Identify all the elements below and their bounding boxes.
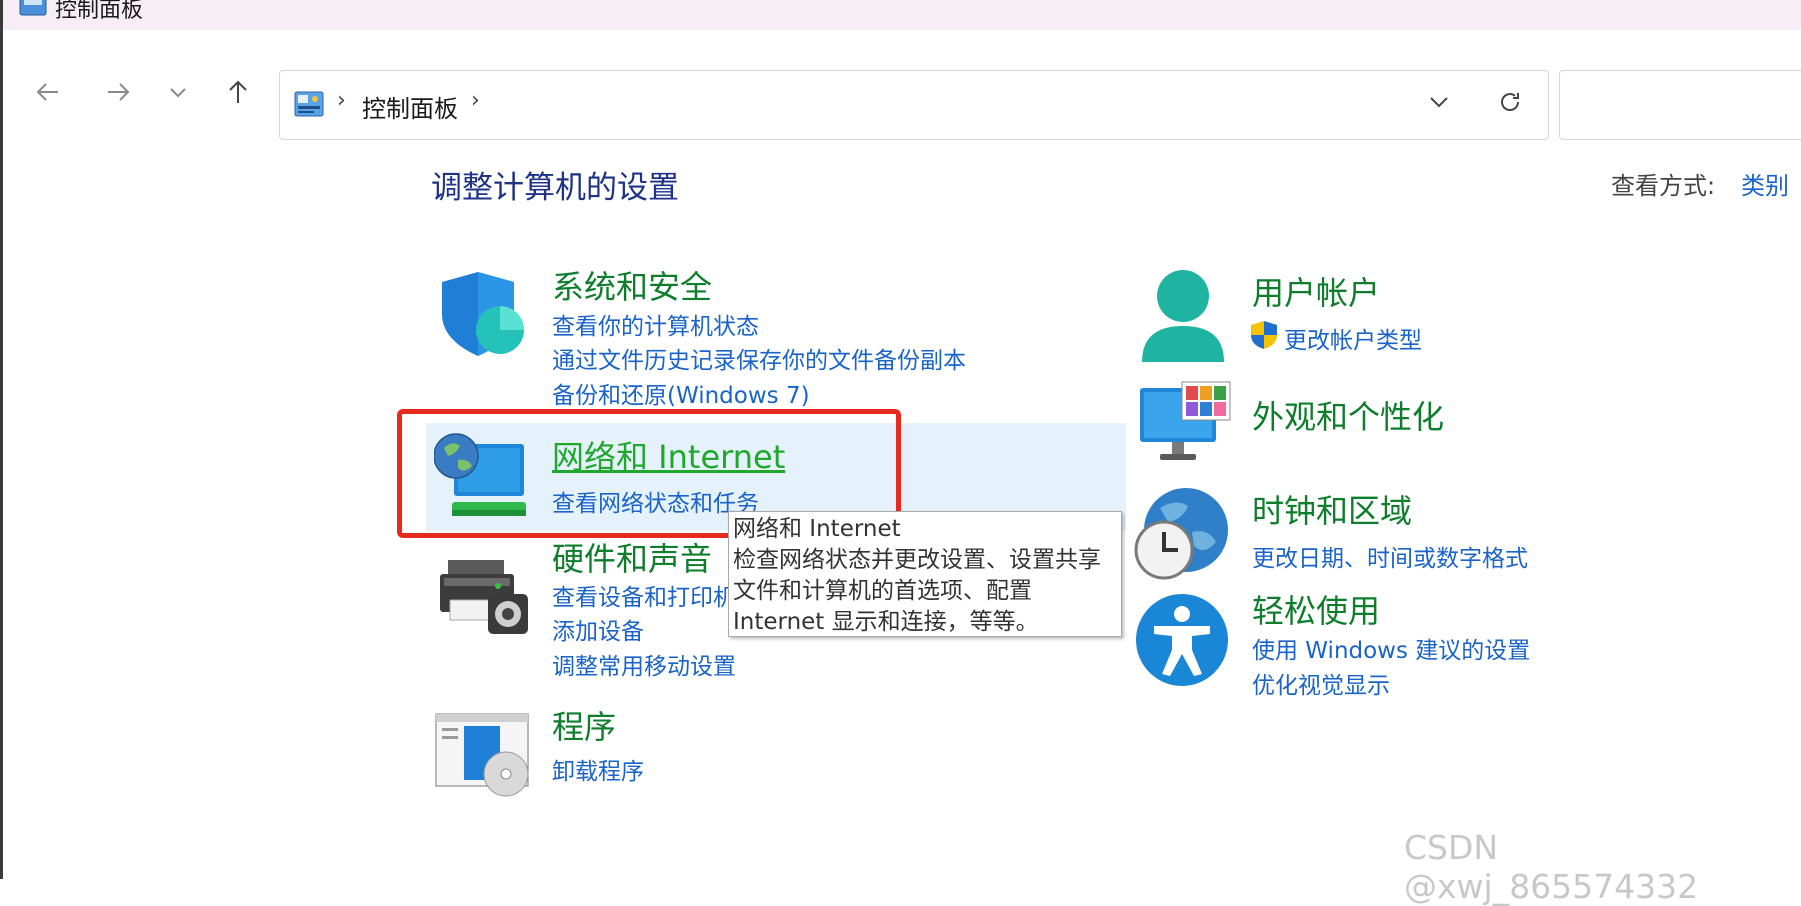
search-input[interactable] [1559, 70, 1801, 140]
watermark: CSDN @xwj_865574332 [1404, 828, 1699, 906]
chevron-down-icon [1430, 97, 1448, 108]
tooltip-line: 检查网络状态并更改设置、设置共享 [733, 547, 1101, 573]
chevron-down-icon [170, 88, 186, 98]
link-add-device[interactable]: 添加设备 [552, 612, 644, 646]
link-uninstall-program[interactable]: 卸载程序 [552, 752, 644, 786]
printer-icon [436, 556, 532, 642]
link-mobility-settings[interactable]: 调整常用移动设置 [552, 647, 736, 681]
category-hardware-sound[interactable]: 硬件和声音 [552, 534, 712, 580]
category-ease-of-access[interactable]: 轻松使用 [1252, 586, 1380, 632]
link-devices-printers[interactable]: 查看设备和打印机 [552, 578, 736, 612]
link-optimize-visual-display[interactable]: 优化视觉显示 [1252, 666, 1390, 700]
address-dropdown-button[interactable] [1426, 89, 1452, 119]
link-change-account-type[interactable]: 更改帐户类型 [1284, 321, 1422, 355]
shield-icon [436, 268, 528, 364]
tooltip-line: 文件和计算机的首选项、配置 [733, 578, 1032, 604]
window-title: 控制面板 [55, 0, 144, 23]
link-windows-recommended-settings[interactable]: 使用 Windows 建议的设置 [1252, 631, 1530, 665]
arrow-up-icon [229, 80, 247, 103]
link-view-computer-status[interactable]: 查看你的计算机状态 [552, 307, 759, 341]
link-change-date-time-format[interactable]: 更改日期、时间或数字格式 [1252, 539, 1528, 573]
tooltip-line: Internet 显示和连接，等等。 [733, 609, 1039, 635]
tooltip: 网络和 Internet 检查网络状态并更改设置、设置共享 文件和计算机的首选项… [728, 511, 1122, 637]
category-user-accounts[interactable]: 用户帐户 [1252, 268, 1380, 314]
category-appearance-personalization[interactable]: 外观和个性化 [1252, 392, 1444, 438]
monitor-icon [1138, 380, 1232, 470]
uac-shield-icon [1250, 320, 1278, 354]
view-by-dropdown[interactable]: 类别 [1741, 166, 1789, 201]
address-bar[interactable]: › 控制面板 › [279, 70, 1549, 140]
recent-locations-button[interactable] [160, 74, 196, 110]
title-bar: 控制面板 [3, 0, 1801, 30]
tooltip-title: 网络和 Internet [733, 516, 901, 542]
control-panel-icon [19, 0, 47, 22]
control-panel-icon [294, 91, 324, 121]
breadcrumb-separator[interactable]: › [471, 88, 480, 113]
breadcrumb-control-panel[interactable]: 控制面板 [362, 89, 458, 124]
window-left-edge [0, 0, 3, 879]
programs-icon [434, 712, 530, 802]
category-system-security[interactable]: 系统和安全 [552, 262, 712, 308]
back-button[interactable] [30, 74, 66, 110]
clock-globe-icon [1132, 484, 1230, 586]
link-file-history-backup[interactable]: 通过文件历史记录保存你的文件备份副本 [552, 341, 966, 375]
breadcrumb-separator: › [337, 88, 346, 113]
refresh-button[interactable] [1496, 88, 1524, 120]
refresh-icon [1501, 93, 1520, 111]
forward-button[interactable] [100, 74, 136, 110]
arrow-left-icon [36, 83, 58, 101]
view-by-label: 查看方式: [1611, 172, 1716, 200]
page-title: 调整计算机的设置 [431, 170, 679, 206]
arrow-right-icon [108, 83, 130, 101]
accessibility-icon [1134, 592, 1230, 692]
user-icon [1138, 268, 1228, 368]
category-clock-region[interactable]: 时钟和区域 [1252, 486, 1412, 532]
category-programs[interactable]: 程序 [552, 702, 616, 748]
up-button[interactable] [220, 74, 256, 110]
link-backup-restore-win7[interactable]: 备份和还原(Windows 7) [552, 376, 810, 410]
navigation-bar: › 控制面板 › [3, 30, 1801, 140]
